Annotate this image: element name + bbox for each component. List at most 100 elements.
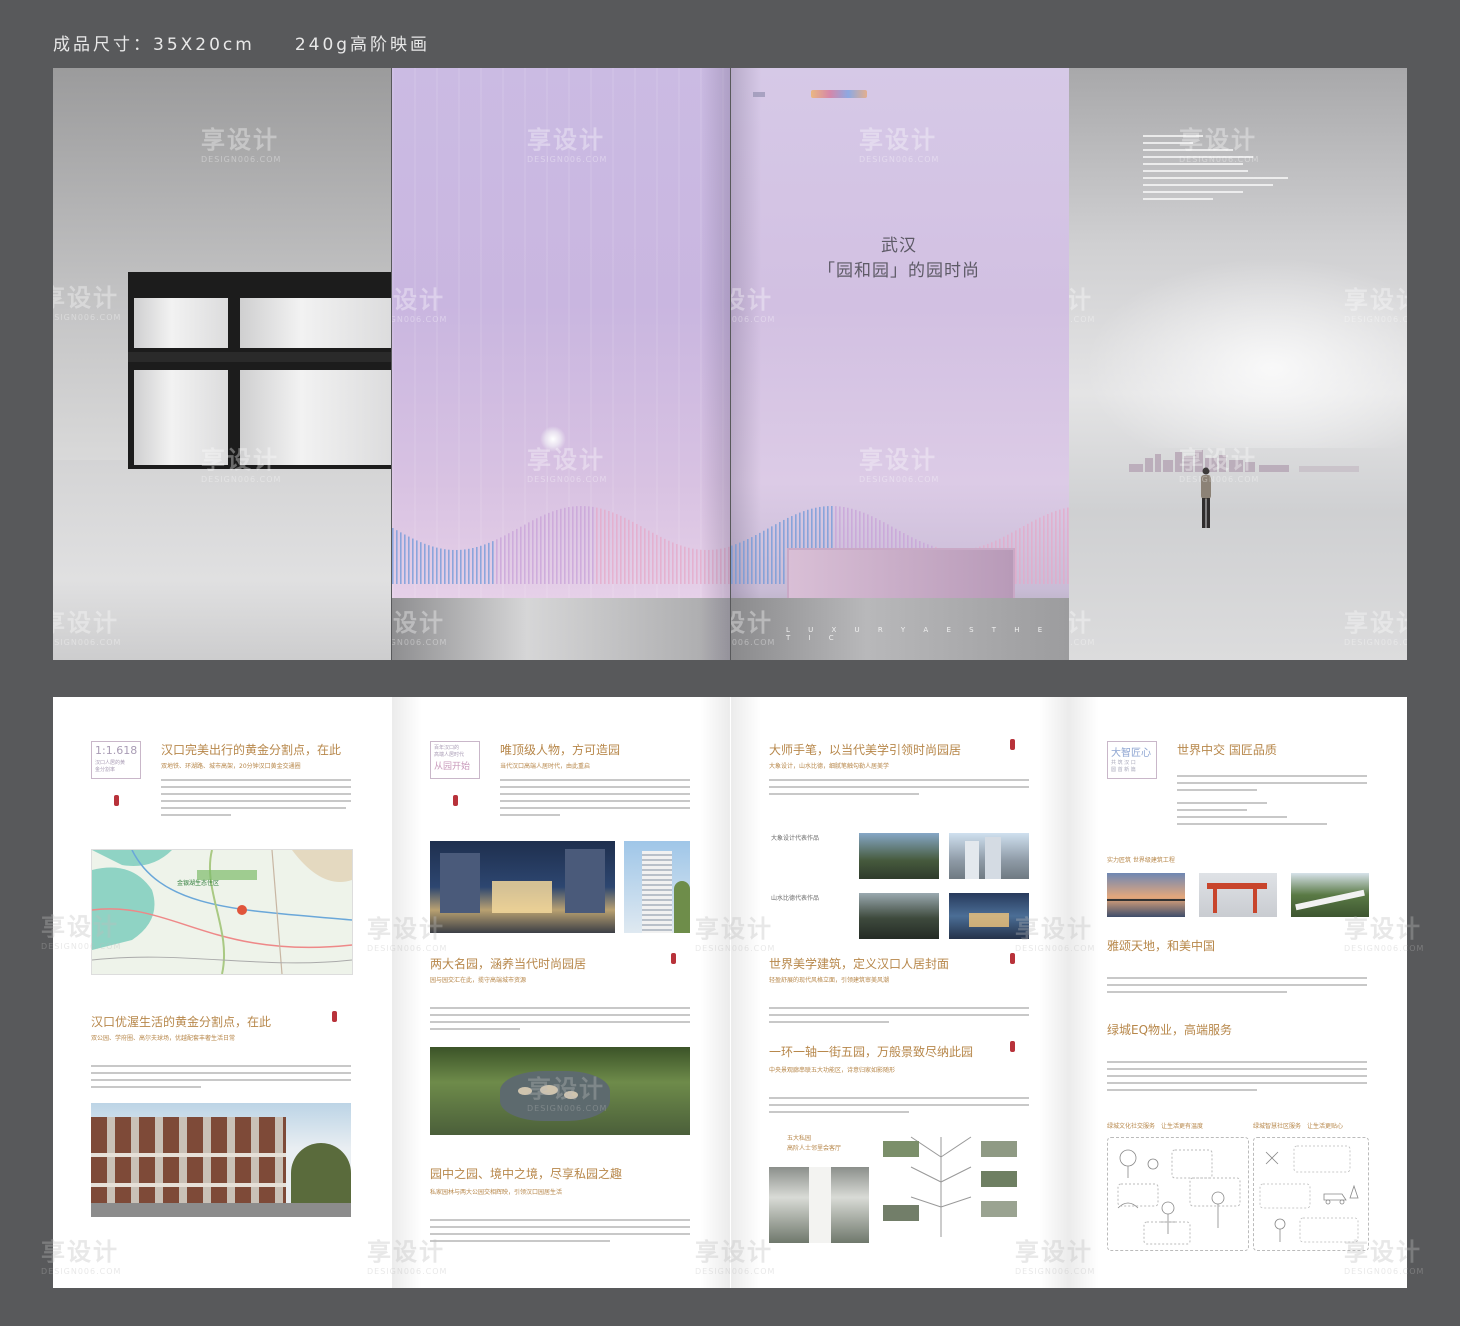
map-label: 金银湖生态住区 — [177, 880, 220, 887]
cover-pavilion — [787, 548, 1015, 604]
body-text — [430, 1219, 690, 1247]
stripe — [1027, 523, 1029, 584]
stripe — [616, 514, 618, 584]
watermark: 享设计DESIGN006.COM — [392, 609, 448, 647]
watermark: 享设计DESIGN006.COM — [201, 126, 282, 164]
stripe — [1063, 508, 1065, 584]
stripe — [767, 528, 769, 584]
seal-icon — [1010, 1041, 1015, 1052]
interior-page-2: 百年汉口的 高端人居时代 从园开始 唯顶级人物，方可造园 当代汉口高端人居时代，… — [367, 697, 730, 1288]
design-work-photo — [949, 833, 1029, 879]
stripe — [1047, 513, 1049, 584]
stripe — [524, 524, 526, 584]
work-label: 山水比德代表作品 — [771, 895, 820, 902]
stripe — [568, 507, 570, 584]
watermark: 享设计DESIGN006.COM — [731, 609, 776, 647]
stripe — [755, 535, 757, 584]
watermark: 享设计DESIGN006.COM — [201, 446, 282, 484]
section-title: 雅颂天地，和美中国 — [1107, 939, 1216, 953]
stripe — [1023, 525, 1025, 584]
cover-title-city: 武汉 — [881, 236, 917, 256]
stripe — [672, 542, 674, 584]
stripe — [592, 506, 594, 584]
stripe — [540, 516, 542, 584]
watermark: 享设计DESIGN006.COM — [1344, 609, 1407, 647]
stripe — [608, 510, 610, 584]
section-subtitle: 大象设计，山水比德，细腻笔触勾勒人居美学 — [769, 763, 890, 770]
cover-spread: 享设计DESIGN006.COM 享设计DESIGN006.COM 享设计DES… — [53, 68, 1407, 660]
seal-icon — [671, 953, 676, 964]
section-subtitle: 当代汉口高端人居时代，由此重启 — [500, 763, 591, 770]
cover-title: 「园和园」的园时尚 — [818, 261, 980, 281]
stripe — [688, 547, 690, 584]
stripe — [472, 548, 474, 584]
stripe — [396, 530, 398, 584]
body-text — [1107, 1061, 1367, 1096]
stripe — [484, 544, 486, 584]
clubhouse-night-photo — [430, 841, 615, 933]
section-subtitle: 实力匠筑 世界级建筑工程 — [1107, 857, 1175, 864]
interior-page-3: 大师手笔，以当代美学引领时尚园居 大象设计，山水比德，细腻笔触勾勒人居美学 大象… — [695, 697, 1069, 1288]
watermark: 享设计DESIGN006.COM — [1179, 126, 1260, 164]
cover-stripe-wave — [392, 506, 730, 584]
body-text — [161, 779, 351, 821]
stripe — [452, 549, 454, 584]
spec-label: 成品尺寸：35X20cm 240g高阶映画 — [53, 35, 431, 55]
watermark: 享设计DESIGN006.COM — [527, 446, 608, 484]
body-text — [769, 1097, 1029, 1118]
stripe — [1019, 528, 1021, 584]
interior-page-1: 1:1.618 汉口人居的黄金分割率 汉口完美出行的黄金分割点，在此 双地铁、环… — [41, 697, 391, 1288]
stripe — [656, 534, 658, 584]
stripe — [696, 549, 698, 584]
section-subtitle: 私家园林与两大公园交相辉映，引领汉口园居生活 — [430, 1189, 563, 1196]
stripe — [464, 549, 466, 584]
section-subtitle: 中央景观廊串联五大功能区，诗意归家如影随形 — [769, 1067, 896, 1074]
stripe — [680, 545, 682, 584]
section-title: 汉口优渥生活的黄金分割点，在此 — [91, 1015, 272, 1029]
stripe — [560, 508, 562, 584]
stripe — [424, 543, 426, 584]
garden-label: 五大私园 — [787, 1135, 812, 1142]
seal-icon — [453, 795, 458, 806]
port-crane-photo — [1199, 873, 1277, 917]
stripe — [668, 540, 670, 584]
stripe — [640, 526, 642, 584]
stripe — [440, 548, 442, 584]
body-text — [1177, 775, 1367, 830]
stripe — [588, 506, 590, 584]
body-text — [500, 779, 690, 821]
section-subtitle: 双地铁、环湖路、城市高架，20分钟汉口黄金交通圈 — [161, 763, 301, 770]
stripe — [1051, 512, 1053, 584]
section-title: 两大名园，涵养当代时尚园居 — [430, 957, 587, 971]
watermark: 享设计DESIGN006.COM — [1069, 609, 1096, 647]
stripe — [532, 520, 534, 584]
stripe — [676, 544, 678, 584]
stripe — [1059, 509, 1061, 584]
stripe — [404, 534, 406, 584]
cover-panel-skyline: 享设计DESIGN006.COM 享设计DESIGN006.COM 享设计DES… — [1069, 68, 1407, 660]
landscape-work-photo — [859, 893, 939, 939]
body-text — [430, 1007, 690, 1035]
stripe — [648, 530, 650, 584]
stripe — [548, 512, 550, 584]
stripe — [636, 523, 638, 584]
tower-photo — [624, 841, 690, 933]
watermark: 享设计DESIGN006.COM — [53, 284, 122, 322]
stripe — [496, 539, 498, 584]
stripe — [783, 519, 785, 584]
body-text — [1107, 977, 1367, 998]
seal-icon — [1010, 953, 1015, 964]
stripe — [460, 549, 462, 584]
cover-tagline: L U X U R Y A E S T H E T I C — [786, 626, 1051, 642]
section-title: 园中之园、境中之境，尽享私园之趣 — [430, 1167, 623, 1181]
stripe — [1015, 530, 1017, 584]
stripe — [628, 519, 630, 584]
section-title: 世界美学建筑，定义汉口人居封面 — [769, 957, 950, 971]
stripe — [492, 541, 494, 584]
stripe — [660, 536, 662, 584]
work-label: 大象设计代表作品 — [771, 835, 820, 842]
stripe — [751, 537, 753, 584]
stripe — [432, 546, 434, 584]
stripe — [632, 521, 634, 584]
interior-page-4: 大智匠心 共 筑 汉 口 圆 首 新 篇 世界中交 国匠品质 实力匠筑 世界级建… — [1015, 697, 1423, 1288]
